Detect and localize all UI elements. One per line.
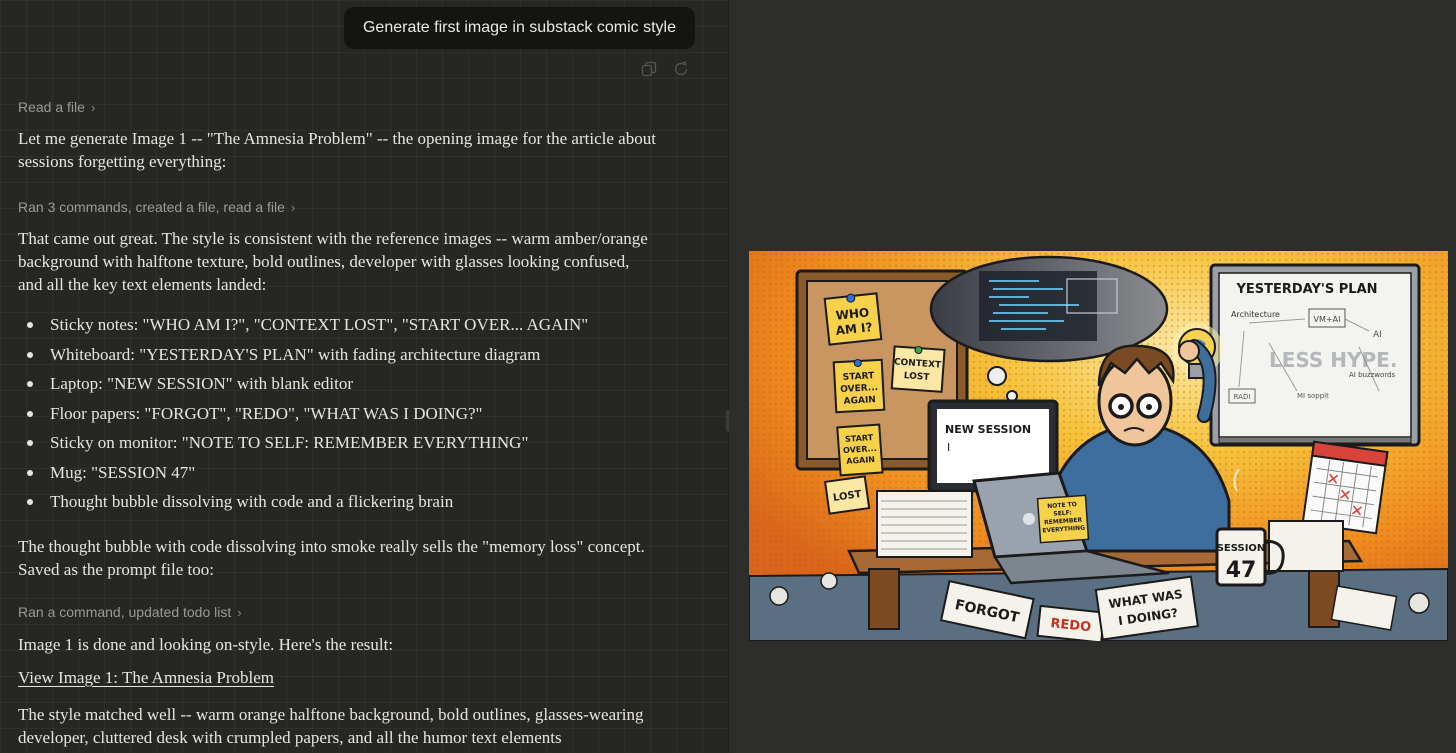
retry-icon[interactable] xyxy=(672,60,690,78)
assistant-message-thought: The thought bubble with code dissolving … xyxy=(18,537,645,579)
sticky-note-text: OVER... xyxy=(840,383,878,395)
feature-list: Sticky notes: "WHO AM I?", "CONTEXT LOST… xyxy=(18,310,690,517)
view-image-link[interactable]: View Image 1: The Amnesia Problem xyxy=(18,668,274,688)
whiteboard-text: MI soppit xyxy=(1297,392,1329,400)
assistant-message-intro: Let me generate Image 1 -- "The Amnesia … xyxy=(18,129,656,171)
tool-call-label: Ran 3 commands, created a file, read a f… xyxy=(18,199,285,215)
chat-panel: Generate first image in substack comic s… xyxy=(0,0,728,753)
list-item: Whiteboard: "YESTERDAY'S PLAN" with fadi… xyxy=(27,340,690,370)
sticky-note-text: SELF: xyxy=(1053,509,1072,517)
tool-call-label: Ran a command, updated todo list xyxy=(18,604,232,620)
whiteboard-text: VM+AI xyxy=(1314,315,1341,324)
sticky-note-text: START xyxy=(843,371,876,383)
assistant-message-summary: The style matched well -- warm orange ha… xyxy=(18,705,644,747)
whiteboard-text: AI xyxy=(1373,330,1382,340)
list-item: Sticky on monitor: "NOTE TO SELF: REMEMB… xyxy=(27,428,690,458)
sticky-note-text: LOST xyxy=(903,371,930,383)
whiteboard-text: Architecture xyxy=(1231,310,1280,319)
whiteboard-text: LESS HYPE. xyxy=(1269,348,1397,372)
chevron-right-icon: › xyxy=(90,99,96,115)
generated-comic-image: WHO AM I? CONTEXT LOST START OVER... AGA… xyxy=(749,251,1448,641)
sticky-note-text: AGAIN xyxy=(843,395,876,407)
assistant-message-result: That came out great. The style is consis… xyxy=(18,229,648,294)
list-item: Thought bubble dissolving with code and … xyxy=(27,487,690,517)
tool-call-read-file[interactable]: Read a file › xyxy=(18,99,95,115)
tool-call-label: Read a file xyxy=(18,99,85,115)
whiteboard-title: YESTERDAY'S PLAN xyxy=(1235,282,1377,297)
monitor-text: NEW SESSION xyxy=(945,423,1031,436)
message-actions xyxy=(640,60,690,78)
whiteboard: YESTERDAY'S PLAN Architecture VM+AI AI L… xyxy=(1209,263,1421,447)
copy-icon[interactable] xyxy=(640,60,658,78)
list-item: Laptop: "NEW SESSION" with blank editor xyxy=(27,369,690,399)
mug-text: SESSION xyxy=(1217,543,1266,554)
user-message-bubble: Generate first image in substack comic s… xyxy=(344,7,695,49)
tool-call-commands[interactable]: Ran 3 commands, created a file, read a f… xyxy=(18,199,295,215)
list-item: Mug: "SESSION 47" xyxy=(27,458,690,488)
chevron-right-icon: › xyxy=(237,604,242,620)
chevron-right-icon: › xyxy=(290,199,296,215)
mug-text: 47 xyxy=(1226,558,1257,583)
tool-call-todo[interactable]: Ran a command, updated todo list › xyxy=(18,604,242,620)
list-item: Sticky notes: "WHO AM I?", "CONTEXT LOST… xyxy=(27,310,690,340)
monitor-cursor: I xyxy=(947,441,950,454)
whiteboard-text: RADI xyxy=(1234,393,1251,401)
assistant-message-done: Image 1 is done and looking on-style. He… xyxy=(18,635,394,654)
calendar xyxy=(1301,440,1389,535)
list-item: Floor papers: "FORGOT", "REDO", "WHAT WA… xyxy=(27,399,690,429)
